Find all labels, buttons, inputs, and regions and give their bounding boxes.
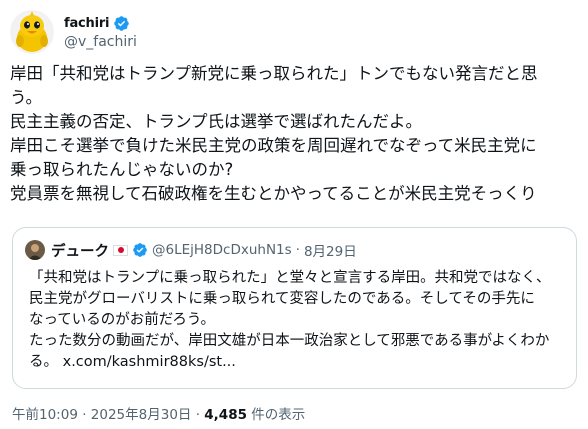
tweet-meta: 午前10:09 · 2025年8月30日 · 4,485 件の表示 xyxy=(12,403,305,423)
tweet-text-line: う。 xyxy=(10,88,43,107)
view-count-label: 件の表示 xyxy=(246,407,306,423)
author-name-row: fachiri xyxy=(64,14,137,32)
tweet-text-line: 乗っ取られたんじゃないのか? xyxy=(10,160,234,179)
quoted-text-line: たった数分の動画だが、岸田文雄が日本一政治家として邪悪である事がよくわか xyxy=(29,333,550,349)
quoted-tweet-text: 「共和党はトランプに乗っ取られた」と堂々と宣言する岸田。共和党ではなく、 民主党… xyxy=(29,268,569,373)
japan-flag-icon xyxy=(113,244,128,256)
quoted-author-display-name: デューク xyxy=(51,243,109,260)
tweet-timestamp[interactable]: 午前10:09 · 2025年8月30日 · xyxy=(12,407,204,423)
quoted-author-avatar-icon xyxy=(25,240,45,260)
author-handle[interactable]: @v_fachiri xyxy=(64,34,137,50)
tweet-text-line: 岸田「共和党はトランプ新党に乗っ取られた」トンでもない発言だと思 xyxy=(10,64,538,83)
quoted-tweet-card[interactable]: デューク @6LEjH8DcDxuhN1s · 8月29日 「共和党はトランプに… xyxy=(12,227,577,389)
verified-badge-icon[interactable] xyxy=(113,15,130,32)
quoted-tweet-date: 8月29日 xyxy=(303,244,357,260)
quoted-text-line: 「共和党はトランプに乗っ取られた」と堂々と宣言する岸田。共和党ではなく、 xyxy=(29,270,551,286)
tweet-text-line: 党員票を無視して石破政権を生むとかやってることが米民主党そっくり xyxy=(10,184,537,203)
tweet-text-line: 民主主義の否定、トランプ氏は選挙で選ばれたんだよ。 xyxy=(10,112,423,131)
author-names: fachiri @v_fachiri xyxy=(64,14,137,51)
tweet-text: 岸田「共和党はトランプ新党に乗っ取られた」トンでもない発言だと思 う。 民主主義… xyxy=(10,62,580,206)
quoted-tweet-header: デューク @6LEjH8DcDxuhN1s · 8月29日 xyxy=(25,238,357,262)
view-count: 4,485 xyxy=(204,407,247,423)
quoted-text-line: る。 x.com/kashmir88ks/st... xyxy=(29,354,236,370)
quoted-text-line: なっているのがお前だろう。 xyxy=(29,312,216,328)
author-display-name[interactable]: fachiri xyxy=(64,16,110,31)
separator-dot: · xyxy=(295,242,300,258)
author-avatar[interactable] xyxy=(10,10,54,54)
tweet-author-header: fachiri @v_fachiri xyxy=(10,8,137,56)
quoted-author-avatar xyxy=(25,240,45,260)
quoted-author-handle: @6LEjH8DcDxuhN1s xyxy=(152,242,292,258)
verified-badge-icon xyxy=(133,243,147,257)
chick-character-avatar-icon xyxy=(10,10,54,54)
quoted-text-line: 民主党がグローバリストに乗っ取られて変容したのである。そしてその手先に xyxy=(29,291,535,307)
tweet-text-line: 岸田こそ選挙で負けた米民主党の政策を周回遅れでなぞって米民主党に xyxy=(10,136,537,155)
